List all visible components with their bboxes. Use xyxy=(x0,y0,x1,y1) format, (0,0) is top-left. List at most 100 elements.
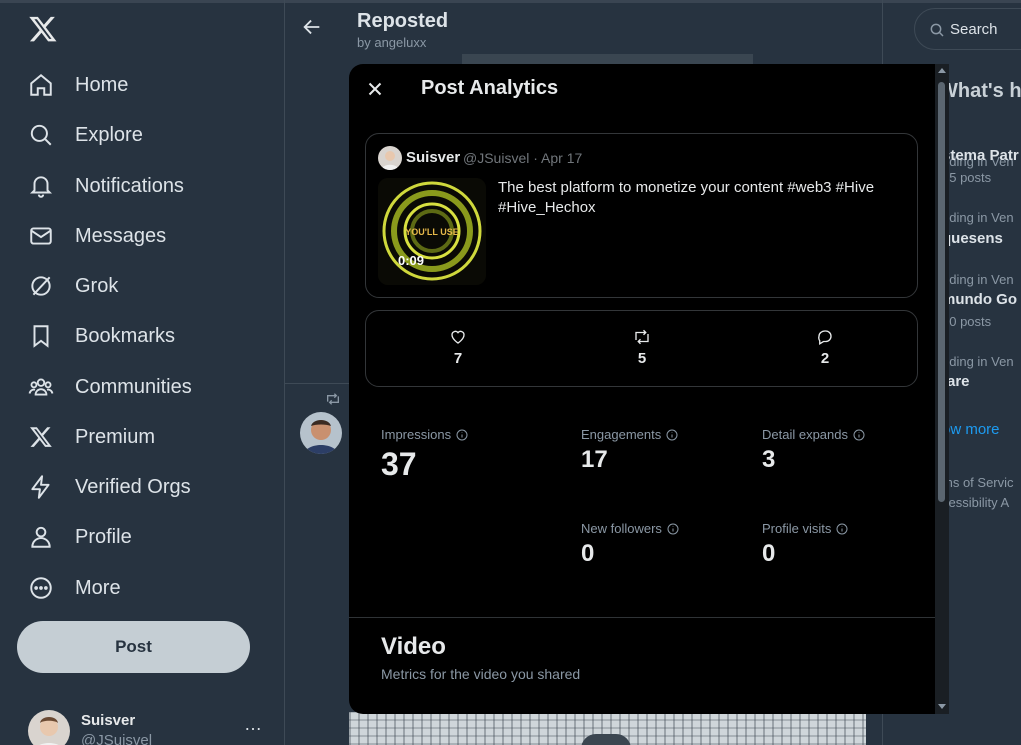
nav-item-verified-orgs[interactable]: Verified Orgs xyxy=(26,467,191,507)
section-subtitle: Metrics for the video you shared xyxy=(381,666,581,682)
info-icon[interactable] xyxy=(836,523,848,535)
bookmark-icon xyxy=(26,321,56,351)
nav-item-profile[interactable]: Profile xyxy=(26,517,132,557)
nav-label: Explore xyxy=(75,123,143,146)
repost-icon xyxy=(327,393,339,405)
trend-count: 70 posts xyxy=(942,314,992,329)
trend-meta: nding in Ven xyxy=(942,272,1014,287)
nav-item-explore[interactable]: Explore xyxy=(26,115,143,155)
tweet-author-handle: @JSuisvel · Apr 17 xyxy=(463,150,583,166)
metric-label: Profile visits xyxy=(762,521,832,536)
post-button[interactable]: Post xyxy=(17,621,250,673)
replies-count: 2 xyxy=(820,350,830,367)
nav-label: Verified Orgs xyxy=(75,475,191,498)
nav-item-premium[interactable]: Premium xyxy=(26,417,155,457)
metric-label: Detail expands xyxy=(762,427,848,442)
search-icon xyxy=(26,120,56,150)
avatar xyxy=(28,710,70,745)
info-icon[interactable] xyxy=(853,429,865,441)
detail-expands-metric: Detail expands 3 xyxy=(762,427,865,474)
search-icon xyxy=(930,23,944,37)
divider xyxy=(349,617,949,618)
trend-topic[interactable]: quesens xyxy=(942,230,1003,247)
avatar xyxy=(378,146,402,170)
account-name: Suisver xyxy=(81,712,136,729)
avatar[interactable] xyxy=(300,412,342,454)
footer-link[interactable]: cessibility A xyxy=(942,495,1009,510)
footer-link[interactable]: ms of Servic xyxy=(942,475,1014,490)
person-icon xyxy=(26,522,56,552)
nav-item-bookmarks[interactable]: Bookmarks xyxy=(26,316,175,356)
nav-item-grok[interactable]: Grok xyxy=(26,266,118,306)
nav-label: Home xyxy=(75,73,129,96)
impressions-metric: Impressions 37 xyxy=(381,427,468,483)
trend-meta: nding in Ven xyxy=(942,210,1014,225)
metric-value: 37 xyxy=(381,446,417,482)
left-sidebar: Home Explore Notifications Messages Grok… xyxy=(0,0,285,745)
back-arrow-icon[interactable] xyxy=(301,16,323,38)
nav-item-communities[interactable]: Communities xyxy=(26,367,192,407)
scrollbar-thumb[interactable] xyxy=(938,82,945,502)
lightning-icon xyxy=(26,472,56,502)
tweet-text: The best platform to monetize your conte… xyxy=(498,179,875,216)
x-logo-icon[interactable] xyxy=(28,14,58,44)
modal-title: Post Analytics xyxy=(421,77,559,99)
likes-stat: 7 xyxy=(438,328,478,367)
repost-icon xyxy=(635,329,649,345)
nav-item-more[interactable]: More xyxy=(26,568,121,608)
envelope-icon xyxy=(26,221,56,251)
profile-visits-metric: Profile visits 0 xyxy=(762,521,848,568)
search-input[interactable]: Search xyxy=(914,8,1021,50)
more-circle-icon xyxy=(26,573,56,603)
reply-icon xyxy=(818,330,832,345)
engagements-metric: Engagements 17 xyxy=(581,427,678,474)
scroll-up-icon[interactable] xyxy=(938,68,946,73)
bell-icon xyxy=(26,171,56,201)
nav-label: Premium xyxy=(75,425,156,448)
video-thumbnail[interactable]: YOU'LL USE 0:09 xyxy=(378,178,486,285)
modal-scrollbar[interactable] xyxy=(935,64,949,714)
metric-label: New followers xyxy=(581,521,662,536)
page-subtitle: by angeluxx xyxy=(357,35,427,50)
metric-value: 0 xyxy=(762,540,776,567)
heart-icon xyxy=(451,330,465,344)
trend-count: 45 posts xyxy=(942,170,992,185)
trend-meta: nding in Ven xyxy=(942,354,1014,369)
grok-icon xyxy=(26,271,56,301)
page-title: Reposted xyxy=(357,10,449,32)
trends-heading: What's ha xyxy=(939,80,1021,102)
metric-label: Impressions xyxy=(381,427,452,442)
nav-item-notifications[interactable]: Notifications xyxy=(26,166,184,206)
home-icon xyxy=(26,70,56,100)
reposts-count: 5 xyxy=(637,350,647,367)
nav-label: More xyxy=(75,576,121,599)
likes-count: 7 xyxy=(453,350,463,367)
media-preview xyxy=(349,712,866,745)
section-title: Video xyxy=(381,633,446,660)
post-analytics-modal: Post Analytics Suisver @JSuisvel · Apr 1… xyxy=(349,64,949,714)
nav-label: Notifications xyxy=(75,174,184,197)
metric-value: 17 xyxy=(581,446,608,473)
new-followers-metric: New followers 0 xyxy=(581,521,679,568)
info-icon[interactable] xyxy=(666,429,678,441)
scroll-down-icon[interactable] xyxy=(938,704,946,709)
tweet-card[interactable]: Suisver @JSuisvel · Apr 17 YOU'LL USE 0:… xyxy=(365,133,918,298)
people-icon xyxy=(26,372,56,402)
more-icon[interactable]: … xyxy=(244,714,263,735)
metric-value: 0 xyxy=(581,540,595,567)
replies-stat: 2 xyxy=(805,328,845,367)
nav-item-home[interactable]: Home xyxy=(26,65,128,105)
trend-topic[interactable]: stema Patr xyxy=(942,147,1019,164)
thumbnail-text: YOU'LL USE xyxy=(405,227,458,237)
show-more-link[interactable]: ow more xyxy=(942,421,1000,438)
x-logo-icon xyxy=(26,422,56,452)
nav-item-messages[interactable]: Messages xyxy=(26,216,166,256)
metric-label: Engagements xyxy=(581,427,662,442)
account-switcher[interactable]: Suisver @JSuisvel … xyxy=(28,708,268,745)
video-duration: 0:09 xyxy=(398,253,425,268)
info-icon[interactable] xyxy=(667,523,679,535)
close-icon[interactable] xyxy=(364,78,386,100)
nav-label: Bookmarks xyxy=(75,324,176,347)
trend-topic[interactable]: mundo Go xyxy=(942,291,1017,308)
info-icon[interactable] xyxy=(456,429,468,441)
